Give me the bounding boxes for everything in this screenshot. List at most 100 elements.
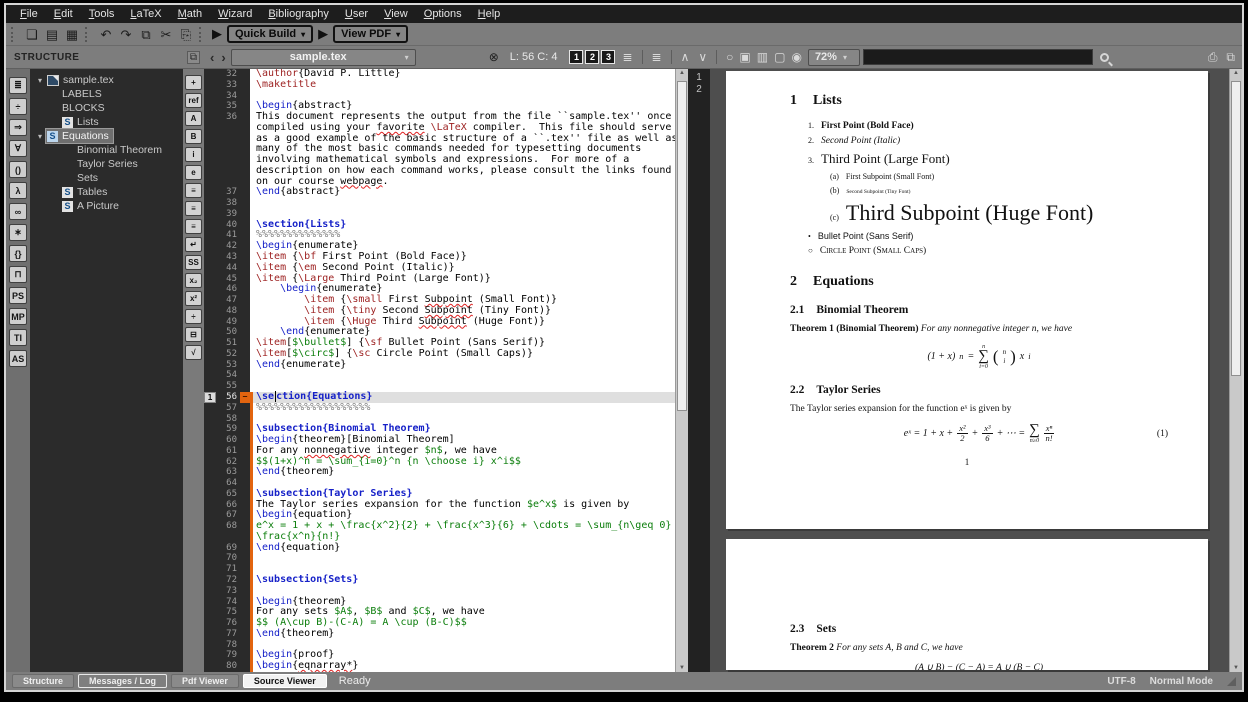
menu-options[interactable]: Options (416, 8, 470, 20)
status-button-source-viewer[interactable]: Source Viewer (243, 674, 327, 688)
menu-file[interactable]: File (12, 8, 46, 20)
menu-view[interactable]: View (376, 8, 416, 20)
menu-help[interactable]: Help (470, 8, 509, 20)
presentation-icon[interactable]: ◉ (788, 50, 804, 64)
menu-edit[interactable]: Edit (46, 8, 81, 20)
pstricks-icon[interactable]: PS (9, 287, 27, 304)
logic-icon[interactable]: ∀ (9, 140, 27, 157)
strike-icon[interactable]: SS (185, 255, 202, 270)
structure-list-icon[interactable]: ≣ (619, 50, 635, 64)
view-pdf-run-icon[interactable]: ▶ (318, 26, 328, 42)
structure-item-lists[interactable]: SLists (30, 115, 183, 129)
search-icon[interactable] (1100, 53, 1109, 62)
newline-icon[interactable]: ↵ (185, 237, 202, 252)
editor-row[interactable]: 77\end{theorem} (204, 629, 675, 640)
structure-item-taylor-series[interactable]: Taylor Series (30, 157, 183, 171)
misc-symbols-icon[interactable]: ∗ (9, 224, 27, 241)
resize-grip[interactable] (1227, 677, 1236, 686)
editor-row[interactable]: 69\end{equation} (204, 543, 675, 554)
editor-code[interactable]: 32\author{David P. Little}33\maketitle34… (204, 69, 675, 672)
editor-row[interactable]: 38 (204, 198, 675, 209)
tikz-icon[interactable]: TI (9, 329, 27, 346)
structure-item-sets[interactable]: Sets (30, 171, 183, 185)
bold-icon[interactable]: B (185, 129, 202, 144)
pdf-scrollbar[interactable]: ▲ ▼ (1229, 69, 1242, 672)
align-right-icon[interactable]: ≡ (185, 219, 202, 234)
bookmark-2-icon[interactable]: 2 (585, 50, 599, 64)
font-icon[interactable]: A (185, 111, 202, 126)
editor-row[interactable]: 33\maketitle (204, 80, 675, 91)
structure-item-binomial-theorem[interactable]: Binomial Theorem (30, 143, 183, 157)
scroll-up-icon[interactable]: ▲ (676, 70, 688, 76)
greek-icon[interactable]: λ (9, 182, 27, 199)
superscript-icon[interactable]: x² (185, 291, 202, 306)
editor-row[interactable]: 53\end{enumerate} (204, 360, 675, 371)
pdf-scrollbar-thumb[interactable] (1231, 81, 1241, 376)
align-center-icon[interactable]: ≡ (185, 201, 202, 216)
delimiters-icon[interactable]: () (9, 161, 27, 178)
fit-page-icon[interactable]: ▢ (771, 50, 788, 64)
operators-icon[interactable]: ÷ (9, 98, 27, 115)
open-icon[interactable]: ▤ (42, 25, 62, 44)
zoom-icon[interactable]: ▣ (736, 50, 753, 64)
editor-row[interactable]: 57%%%%%%%%%%%%%%%%%%% (204, 403, 675, 414)
dfrac-icon[interactable]: ⊟ (185, 327, 202, 342)
fit-width-icon[interactable]: ▥ (754, 50, 771, 64)
new-document-icon[interactable]: ❏ (22, 25, 42, 44)
view-pdf-dropdown[interactable]: View PDF ▾ (333, 25, 408, 43)
ref-icon[interactable]: ref (185, 93, 202, 108)
scroll-up-icon[interactable]: ▲ (1230, 70, 1242, 76)
metapost-icon[interactable]: MP (9, 308, 27, 325)
structure-item-equations[interactable]: ▾SEquations (30, 129, 183, 143)
italic-icon[interactable]: i (185, 147, 202, 162)
menu-latex[interactable]: LaTeX (122, 8, 169, 20)
editor-row[interactable]: 72\subsection{Sets} (204, 575, 675, 586)
structure-item-tables[interactable]: STables (30, 185, 183, 199)
subscript-icon[interactable]: x₂ (185, 273, 202, 288)
structure-item-a-picture[interactable]: SA Picture (30, 199, 183, 213)
frac-icon[interactable]: ÷ (185, 309, 202, 324)
pdf-search-input[interactable] (863, 49, 1093, 65)
undo-icon[interactable]: ↶ (96, 25, 116, 44)
forward-chevron-icon[interactable]: › (219, 50, 227, 65)
align-left-icon[interactable]: ≡ (185, 183, 202, 198)
editor-row[interactable]: 63\end{theorem} (204, 467, 675, 478)
structure-item-sample-tex[interactable]: ▾sample.tex (30, 73, 183, 87)
pdf-page-list-item[interactable]: 2 (696, 84, 702, 95)
pdf-toc-icon[interactable]: ≣ (649, 50, 665, 64)
editor-row[interactable]: 80\begin{eqnarray*} (204, 661, 675, 672)
structure-item-blocks[interactable]: BLOCKS (30, 101, 183, 115)
next-page-icon[interactable]: ∨ (695, 50, 710, 64)
print-icon[interactable]: ⎙ (1205, 50, 1221, 65)
open-file-dropdown[interactable]: sample.tex ▾ (231, 49, 416, 66)
status-button-structure[interactable]: Structure (12, 674, 74, 688)
quick-build-run-icon[interactable]: ▶ (212, 26, 222, 42)
emphasis-icon[interactable]: e (185, 165, 202, 180)
menu-user[interactable]: User (337, 8, 376, 20)
save-icon[interactable]: ▦ (62, 25, 82, 44)
toolbar-grip[interactable] (85, 27, 91, 42)
editor-row[interactable]: 37\end{abstract} (204, 187, 675, 198)
copy-icon[interactable]: ⧉ (136, 25, 156, 44)
structure-item-labels[interactable]: LABELS (30, 87, 183, 101)
arrows-icon[interactable]: ⇒ (9, 119, 27, 136)
close-document-icon[interactable]: ⊗ (489, 50, 499, 64)
source-editor[interactable]: 32\author{David P. Little}33\maketitle34… (204, 69, 688, 672)
menu-wizard[interactable]: Wizard (210, 8, 260, 20)
toolbar-grip[interactable] (11, 27, 17, 42)
bookmark-1-icon[interactable]: 1 (569, 50, 583, 64)
menu-tools[interactable]: Tools (81, 8, 123, 20)
editor-row[interactable]: 70 (204, 553, 675, 564)
label-icon[interactable]: + (185, 75, 202, 90)
zoom-level-dropdown[interactable]: 72% ▾ (808, 49, 860, 66)
detach-pdf-icon[interactable]: ⧉ (1223, 50, 1238, 65)
menu-math[interactable]: Math (170, 8, 210, 20)
scroll-down-icon[interactable]: ▼ (676, 665, 688, 671)
scroll-down-icon[interactable]: ▼ (1230, 665, 1242, 671)
previous-page-icon[interactable]: ∧ (678, 50, 693, 64)
most-used-icon[interactable]: ≣ (9, 77, 27, 94)
detach-panel-icon[interactable]: ⧉ (187, 51, 200, 64)
misc-math-icon[interactable]: ∞ (9, 203, 27, 220)
quick-build-dropdown[interactable]: Quick Build ▾ (227, 25, 313, 43)
menu-bibliography[interactable]: Bibliography (260, 8, 337, 20)
